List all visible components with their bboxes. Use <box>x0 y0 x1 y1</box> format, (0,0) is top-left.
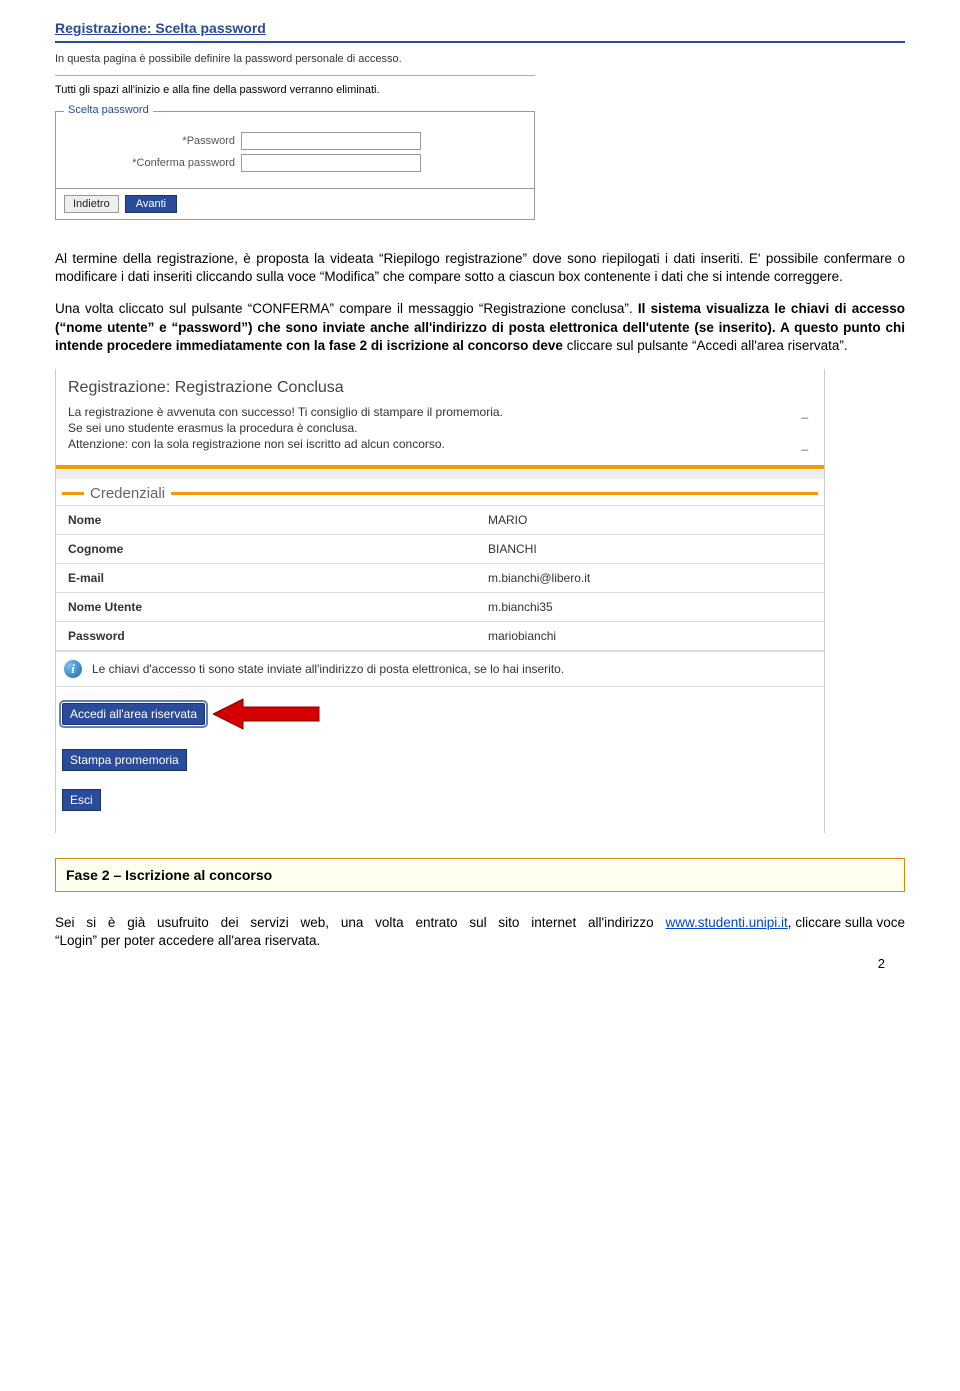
info-text: Le chiavi d'accesso ti sono state inviat… <box>92 660 564 678</box>
password-confirm-input[interactable] <box>241 154 421 172</box>
desc-line-3: Attenzione: con la sola registrazione no… <box>68 437 445 451</box>
section1-title: Registrazione: Scelta password <box>55 20 905 36</box>
next-button[interactable]: Avanti <box>125 195 177 213</box>
section2-title: Registrazione: Registrazione Conclusa <box>56 369 824 405</box>
cred-val: m.bianchi35 <box>488 600 553 614</box>
cred-row-nomeutente: Nome Utente m.bianchi35 <box>56 592 824 621</box>
legend-dash-right <box>171 492 818 496</box>
paragraph-3: Sei si è già usufruito dei servizi web, … <box>55 914 905 950</box>
cred-key: Nome Utente <box>68 600 488 614</box>
cred-key: Password <box>68 629 488 643</box>
desc-line-2: Se sei uno studente erasmus la procedura… <box>68 421 358 435</box>
password-input[interactable] <box>241 132 421 150</box>
password-confirm-row: *Conferma password <box>66 154 524 172</box>
studenti-unipi-link[interactable]: www.studenti.unipi.it <box>665 915 787 930</box>
button-row: Indietro Avanti <box>55 189 535 220</box>
grey-strip <box>56 469 824 479</box>
cred-row-cognome: Cognome BIANCHI <box>56 534 824 563</box>
desc-dash-1: _ <box>801 405 812 419</box>
paragraph-2-post: cliccare sul pulsante “Accedi all'area r… <box>567 338 848 353</box>
red-arrow-icon <box>213 697 323 731</box>
fieldset-legend: Scelta password <box>64 104 153 116</box>
cred-key: Nome <box>68 513 488 527</box>
password-label: *Password <box>66 135 241 147</box>
cred-val: MARIO <box>488 513 527 527</box>
legend-dash-left <box>62 492 84 496</box>
cred-row-password: Password mariobianchi <box>56 621 824 650</box>
info-icon: i <box>64 660 82 678</box>
password-fieldset: Scelta password *Password *Conferma pass… <box>55 111 535 189</box>
cred-key: Cognome <box>68 542 488 556</box>
section-scelta-password: Registrazione: Scelta password In questa… <box>55 20 905 220</box>
paragraph-2: Una volta cliccato sul pulsante “CONFERM… <box>55 300 905 355</box>
fase2-box: Fase 2 – Iscrizione al concorso <box>55 858 905 892</box>
section2-desc: La registrazione è avvenuta con successo… <box>56 405 824 465</box>
paragraph-1: Al termine della registrazione, è propos… <box>55 250 905 286</box>
password-row: *Password <box>66 132 524 150</box>
cred-val: mariobianchi <box>488 629 556 643</box>
section1-rule <box>55 41 905 43</box>
paragraph-3-pre: Sei si è già usufruito dei servizi web, … <box>55 915 665 930</box>
credenziali-legend: Credenziali <box>84 485 171 502</box>
credenziali-legend-row: Credenziali <box>56 479 824 505</box>
button-stack: Accedi all'area riservata Stampa promemo… <box>56 687 824 833</box>
desc-dash-2: _ <box>801 437 812 451</box>
accedi-row: Accedi all'area riservata <box>62 697 818 731</box>
stampa-promemoria-button[interactable]: Stampa promemoria <box>62 749 187 771</box>
section1-subtitle: In questa pagina è possibile definire la… <box>55 53 905 65</box>
section1-note: Tutti gli spazi all'inizio e alla fine d… <box>55 84 905 96</box>
cred-key: E-mail <box>68 571 488 585</box>
esci-button[interactable]: Esci <box>62 789 101 811</box>
cred-row-email: E-mail m.bianchi@libero.it <box>56 563 824 592</box>
desc-line-1: La registrazione è avvenuta con successo… <box>68 405 503 419</box>
cred-row-nome: Nome MARIO <box>56 505 824 534</box>
panel-registrazione-conclusa: Registrazione: Registrazione Conclusa La… <box>55 369 825 833</box>
section1-rule2 <box>55 75 535 76</box>
info-row: i Le chiavi d'accesso ti sono state invi… <box>56 651 824 687</box>
accedi-area-riservata-button[interactable]: Accedi all'area riservata <box>62 703 205 725</box>
back-button[interactable]: Indietro <box>64 195 119 213</box>
cred-val: m.bianchi@libero.it <box>488 571 590 585</box>
cred-val: BIANCHI <box>488 542 537 556</box>
paragraph-2-pre: Una volta cliccato sul pulsante “CONFERM… <box>55 301 638 316</box>
password-confirm-label: *Conferma password <box>66 157 241 169</box>
page-number: 2 <box>878 956 885 971</box>
